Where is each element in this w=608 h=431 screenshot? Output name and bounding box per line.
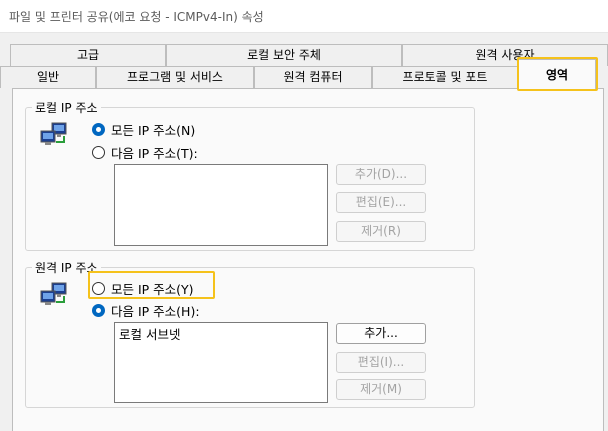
window-title: 파일 및 프린터 공유(에코 요청 - ICMPv4-In) 속성 bbox=[9, 10, 264, 24]
local-these-ip-label: 다음 IP 주소(T): bbox=[111, 146, 198, 161]
tab-protocols-ports[interactable]: 프로토콜 및 포트 bbox=[372, 66, 518, 88]
remote-ip-label: 원격 IP 주소 bbox=[32, 259, 101, 276]
radio-unchecked-icon bbox=[92, 146, 105, 159]
tab-general[interactable]: 일반 bbox=[0, 66, 96, 88]
remote-edit-button[interactable]: 편집(I)... bbox=[336, 352, 426, 373]
title-bar: 파일 및 프린터 공유(에코 요청 - ICMPv4-In) 속성 bbox=[0, 0, 608, 33]
local-ip-group: 로컬 IP 주소 모든 IP 주소(N) 다음 IP 주소(T): 추가(D).… bbox=[25, 99, 475, 251]
tab-local-principals[interactable]: 로컬 보안 주체 bbox=[166, 44, 402, 66]
remote-these-ip-radio[interactable]: 다음 IP 주소(H): bbox=[92, 301, 200, 320]
radio-checked-icon bbox=[92, 123, 105, 136]
local-add-button[interactable]: 추가(D)... bbox=[336, 164, 426, 185]
network-computers-icon bbox=[40, 122, 67, 145]
remote-any-ip-radio[interactable]: 모든 IP 주소(Y) bbox=[92, 279, 194, 298]
remote-ip-group: 원격 IP 주소 모든 IP 주소(Y) 다음 IP 주소(H): 로컬 서브넷… bbox=[25, 259, 475, 408]
local-ip-list[interactable] bbox=[114, 164, 328, 246]
remote-any-ip-label: 모든 IP 주소(Y) bbox=[111, 282, 194, 297]
list-item[interactable]: 로컬 서브넷 bbox=[119, 324, 180, 343]
tab-programs-services[interactable]: 프로그램 및 서비스 bbox=[96, 66, 254, 88]
remote-these-ip-label: 다음 IP 주소(H): bbox=[111, 304, 200, 319]
local-any-ip-label: 모든 IP 주소(N) bbox=[111, 123, 196, 138]
tab-advanced[interactable]: 고급 bbox=[10, 44, 166, 66]
network-computers-icon bbox=[40, 282, 67, 305]
remote-ip-list[interactable]: 로컬 서브넷 bbox=[114, 322, 328, 403]
local-these-ip-radio[interactable]: 다음 IP 주소(T): bbox=[92, 143, 198, 162]
radio-checked-icon bbox=[92, 304, 105, 317]
scope-panel: 로컬 IP 주소 모든 IP 주소(N) 다음 IP 주소(T): 추가(D).… bbox=[12, 88, 604, 431]
radio-unchecked-icon bbox=[92, 282, 105, 295]
local-ip-label: 로컬 IP 주소 bbox=[32, 99, 101, 116]
tab-scope[interactable]: 영역 bbox=[518, 59, 596, 89]
local-edit-button[interactable]: 편집(E)... bbox=[336, 192, 426, 213]
local-remove-button[interactable]: 제거(R) bbox=[336, 221, 426, 242]
remote-add-button[interactable]: 추가... bbox=[336, 323, 426, 344]
local-any-ip-radio[interactable]: 모든 IP 주소(N) bbox=[92, 120, 195, 139]
remote-remove-button[interactable]: 제거(M) bbox=[336, 379, 426, 400]
tab-remote-computers[interactable]: 원격 컴퓨터 bbox=[254, 66, 372, 88]
